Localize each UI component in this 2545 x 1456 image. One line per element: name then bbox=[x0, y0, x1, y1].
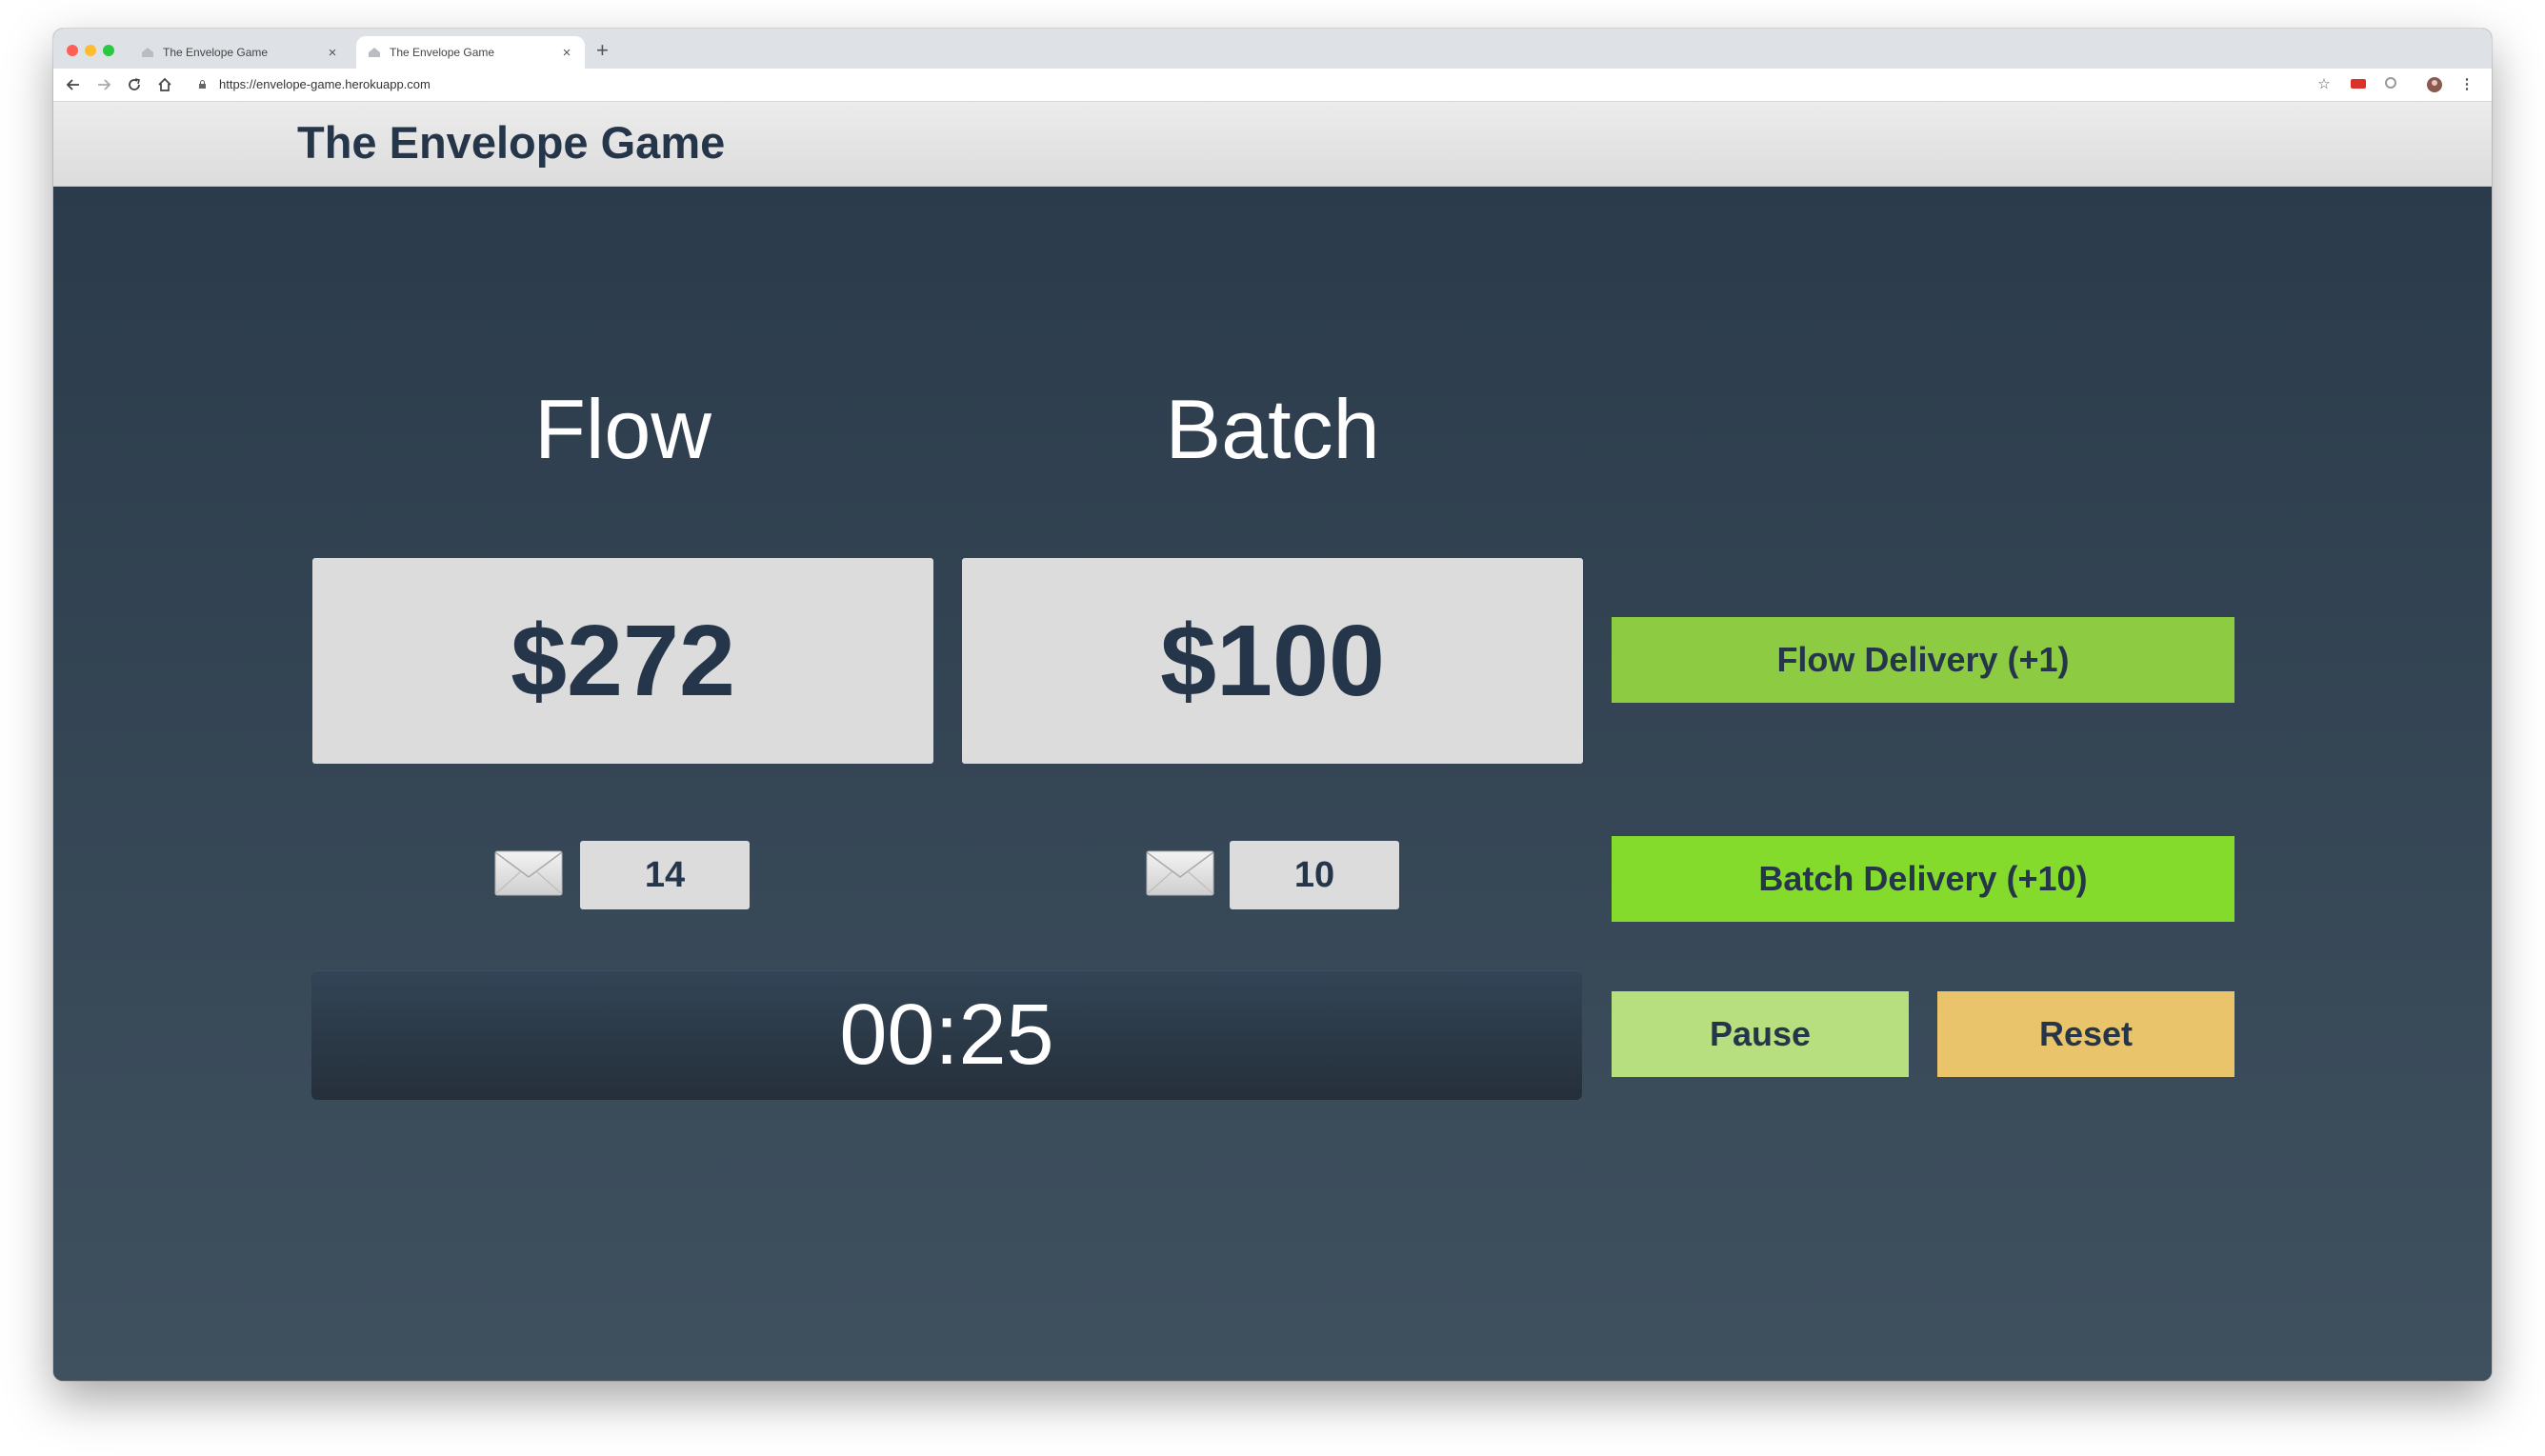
page-title: The Envelope Game bbox=[297, 117, 726, 168]
house-icon bbox=[369, 48, 380, 57]
browser-window: The Envelope Game × The Envelope Game × … bbox=[53, 29, 2492, 1381]
close-window-button[interactable] bbox=[67, 45, 78, 56]
minimize-window-button[interactable] bbox=[85, 45, 96, 56]
lock-icon bbox=[199, 80, 206, 89]
page-header: The Envelope Game bbox=[53, 102, 2492, 187]
flow-delivery-button[interactable]: Flow Delivery (+1) bbox=[1612, 617, 2234, 703]
batch-envelope-count: 10 bbox=[1230, 841, 1399, 909]
pause-button[interactable]: Pause bbox=[1612, 991, 1909, 1077]
new-tab-button[interactable]: + bbox=[596, 40, 609, 61]
back-arrow-icon[interactable] bbox=[65, 76, 82, 93]
house-icon bbox=[142, 48, 153, 57]
extension-icon[interactable] bbox=[2349, 76, 2368, 93]
tab-1[interactable]: The Envelope Game × bbox=[130, 36, 351, 69]
flow-envelope-count: 14 bbox=[580, 841, 750, 909]
address-bar[interactable]: https://envelope-game.herokuapp.com bbox=[219, 77, 431, 91]
timer-display: 00:25 bbox=[311, 970, 1582, 1100]
flow-money-display: $272 bbox=[312, 558, 933, 764]
batch-delivery-button[interactable]: Batch Delivery (+10) bbox=[1612, 836, 2234, 922]
forward-arrow-icon[interactable] bbox=[95, 76, 112, 93]
browser-toolbar: https://envelope-game.herokuapp.com ☆ ⋮ bbox=[53, 69, 2492, 102]
tab-close-icon[interactable]: × bbox=[326, 45, 339, 61]
tab-close-icon[interactable]: × bbox=[560, 45, 573, 61]
game-board: Flow Batch $272 $100 Flow Delivery (+1) … bbox=[53, 187, 2492, 1381]
maximize-window-button[interactable] bbox=[103, 45, 114, 56]
home-icon[interactable] bbox=[156, 76, 173, 93]
tab-title: The Envelope Game bbox=[163, 46, 269, 59]
tab-2[interactable]: The Envelope Game × bbox=[356, 36, 585, 69]
profile-avatar-icon[interactable] bbox=[2425, 76, 2444, 93]
menu-kebab-icon[interactable]: ⋮ bbox=[2457, 76, 2476, 93]
reload-icon[interactable] bbox=[126, 76, 143, 93]
envelope-icon bbox=[1146, 850, 1214, 896]
tab-title: The Envelope Game bbox=[390, 46, 495, 59]
batch-title: Batch bbox=[1165, 382, 1380, 476]
star-icon[interactable]: ☆ bbox=[2315, 76, 2334, 93]
flow-title: Flow bbox=[534, 382, 711, 476]
batch-money-display: $100 bbox=[962, 558, 1583, 764]
tab-strip: The Envelope Game × The Envelope Game × … bbox=[53, 29, 2492, 69]
reset-button[interactable]: Reset bbox=[1937, 991, 2234, 1077]
extension-circle-icon[interactable] bbox=[2381, 76, 2400, 93]
envelope-icon bbox=[494, 850, 563, 896]
